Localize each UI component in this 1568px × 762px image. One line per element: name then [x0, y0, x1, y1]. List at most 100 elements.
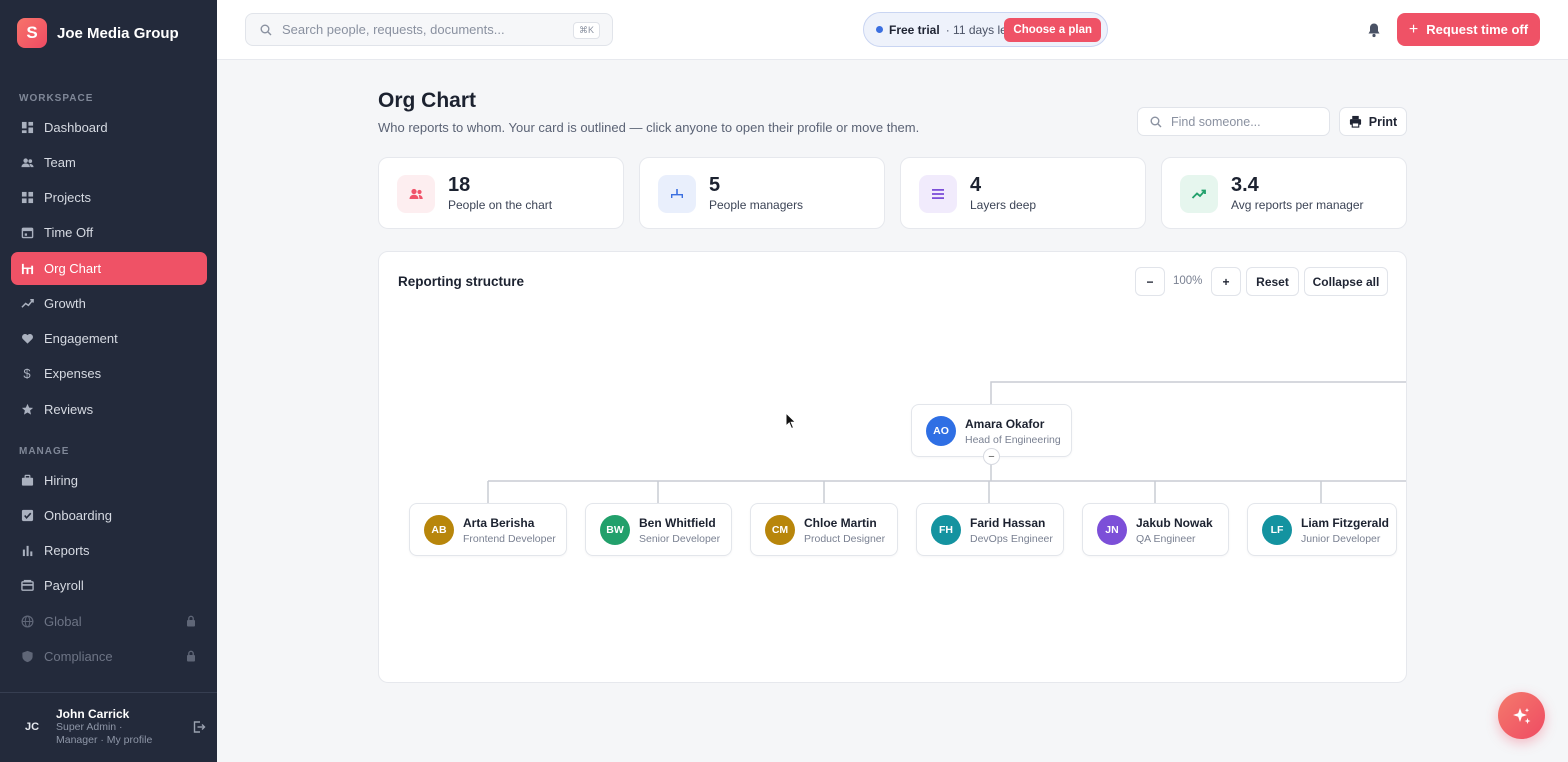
growth-icon	[20, 297, 34, 311]
payroll-icon	[20, 579, 34, 593]
request-time-off-button[interactable]: + Request time off	[1397, 13, 1540, 46]
node-name: Ben Whitfield	[639, 516, 716, 530]
sidebar-item-payroll[interactable]: Payroll	[11, 569, 207, 602]
stat-value: 18	[448, 174, 471, 196]
sidebar: S Joe Media Group WORKSPACE Dashboard Te…	[0, 0, 217, 762]
node-role: QA Engineer	[1136, 533, 1196, 545]
collapse-toggle-button[interactable]: −	[983, 448, 1000, 465]
sidebar-item-label: Hiring	[44, 473, 78, 488]
sidebar-item-team[interactable]: Team	[11, 146, 207, 179]
page-subtitle: Who reports to whom. Your card is outlin…	[378, 120, 920, 135]
sidebar-item-expenses[interactable]: $ Expenses	[11, 357, 207, 390]
sidebar-item-projects[interactable]: Projects	[11, 181, 207, 214]
sidebar-item-label: Engagement	[44, 331, 118, 346]
sidebar-item-label: Reports	[44, 543, 90, 558]
stat-value: 5	[709, 174, 721, 196]
page-title: Org Chart	[378, 89, 477, 112]
choose-plan-button[interactable]: Choose a plan	[1004, 18, 1101, 42]
org-node-report[interactable]: JN Jakub Nowak QA Engineer	[1082, 503, 1229, 556]
find-person[interactable]	[1137, 107, 1330, 136]
calendar-icon	[20, 226, 34, 240]
sidebar-item-label: Onboarding	[44, 508, 112, 523]
dashboard-icon	[20, 121, 34, 135]
stat-card-managers: 5 People managers	[639, 157, 885, 229]
stat-value: 3.4	[1231, 174, 1259, 196]
layers-icon	[919, 175, 957, 213]
team-icon	[20, 156, 34, 170]
people-icon	[397, 175, 435, 213]
projects-icon	[20, 191, 34, 205]
brand-name: Joe Media Group	[57, 24, 179, 42]
org-node-report[interactable]: FH Farid Hassan DevOps Engineer	[916, 503, 1064, 556]
ai-assistant-button[interactable]	[1498, 692, 1545, 739]
sidebar-item-reviews[interactable]: Reviews	[11, 393, 207, 426]
search-icon	[260, 24, 272, 35]
sidebar-divider	[0, 692, 217, 693]
sidebar-item-label: Global	[44, 614, 82, 629]
user-name: John Carrick	[56, 707, 130, 721]
sidebar-item-label: Dashboard	[44, 120, 108, 135]
sparkle-icon	[1512, 707, 1530, 724]
node-role: Frontend Developer	[463, 533, 556, 545]
sidebar-item-dashboard[interactable]: Dashboard	[11, 111, 207, 144]
node-role: Senior Developer	[639, 533, 721, 545]
sidebar-item-time-off[interactable]: Time Off	[11, 216, 207, 249]
sidebar-item-org-chart[interactable]: Org Chart	[11, 252, 207, 285]
trial-days: · 11 days left	[945, 22, 1014, 37]
org-node-report[interactable]: CM Chloe Martin Product Designer	[750, 503, 898, 556]
org-chart-icon	[20, 262, 34, 276]
sidebar-item-label: Time Off	[44, 225, 94, 240]
shield-icon	[20, 650, 34, 664]
star-icon	[20, 403, 34, 417]
find-someone-input[interactable]	[1171, 114, 1321, 129]
brand[interactable]: S Joe Media Group	[17, 18, 179, 48]
bell-icon[interactable]	[1367, 22, 1381, 38]
stat-card-layers: 4 Layers deep	[900, 157, 1146, 229]
bar-chart-icon	[20, 544, 34, 558]
sidebar-item-onboarding[interactable]: Onboarding	[11, 499, 207, 532]
lock-icon	[187, 650, 195, 662]
stat-card-people: 18 People on the chart	[378, 157, 624, 229]
stat-card-avg-reports: 3.4 Avg reports per manager	[1161, 157, 1407, 229]
avatar: LF	[1262, 515, 1292, 545]
plus-icon: +	[1408, 20, 1419, 38]
avatar: AB	[424, 515, 454, 545]
avatar: CM	[765, 515, 795, 545]
avatar: FH	[931, 515, 961, 545]
print-label: Print	[1368, 114, 1398, 129]
org-node-report[interactable]: AB Arta Berisha Frontend Developer	[409, 503, 567, 556]
node-role: Junior Developer	[1301, 533, 1381, 545]
checkbox-icon	[20, 509, 34, 523]
org-node-report[interactable]: BW Ben Whitfield Senior Developer	[585, 503, 732, 556]
sidebar-item-hiring[interactable]: Hiring	[11, 464, 207, 497]
sidebar-item-compliance[interactable]: Compliance	[11, 640, 207, 673]
sidebar-item-label: Team	[44, 155, 76, 170]
avatar: AO	[926, 416, 956, 446]
brand-logo: S	[17, 18, 47, 48]
search-icon	[1150, 116, 1162, 127]
printer-icon	[1349, 115, 1361, 128]
avatar: BW	[600, 515, 630, 545]
topbar: ⌘K Free trial · 11 days left Choose a pl…	[217, 0, 1568, 60]
avatar: JN	[1097, 515, 1127, 545]
workspace-section-label: WORKSPACE	[19, 93, 94, 104]
search-input[interactable]	[282, 22, 562, 37]
node-name: Jakub Nowak	[1136, 516, 1213, 530]
org-node-report[interactable]: LF Liam Fitzgerald Junior Developer	[1247, 503, 1397, 556]
sidebar-item-label: Org Chart	[44, 261, 102, 276]
search-shortcut: ⌘K	[572, 22, 600, 39]
print-button[interactable]: Print	[1339, 107, 1407, 136]
dollar-icon: $	[23, 366, 31, 381]
sidebar-item-engagement[interactable]: Engagement	[11, 322, 207, 355]
sidebar-item-reports[interactable]: Reports	[11, 534, 207, 567]
sidebar-item-label: Growth	[44, 296, 86, 311]
briefcase-icon	[20, 474, 34, 488]
trend-up-icon	[1180, 175, 1218, 213]
sidebar-item-global[interactable]: Global	[11, 605, 207, 638]
logout-icon[interactable]	[192, 720, 206, 734]
node-name: Amara Okafor	[965, 417, 1045, 431]
global-search[interactable]: ⌘K	[245, 13, 613, 46]
node-name: Chloe Martin	[804, 516, 877, 530]
lock-icon	[187, 615, 195, 627]
sidebar-item-growth[interactable]: Growth	[11, 287, 207, 320]
